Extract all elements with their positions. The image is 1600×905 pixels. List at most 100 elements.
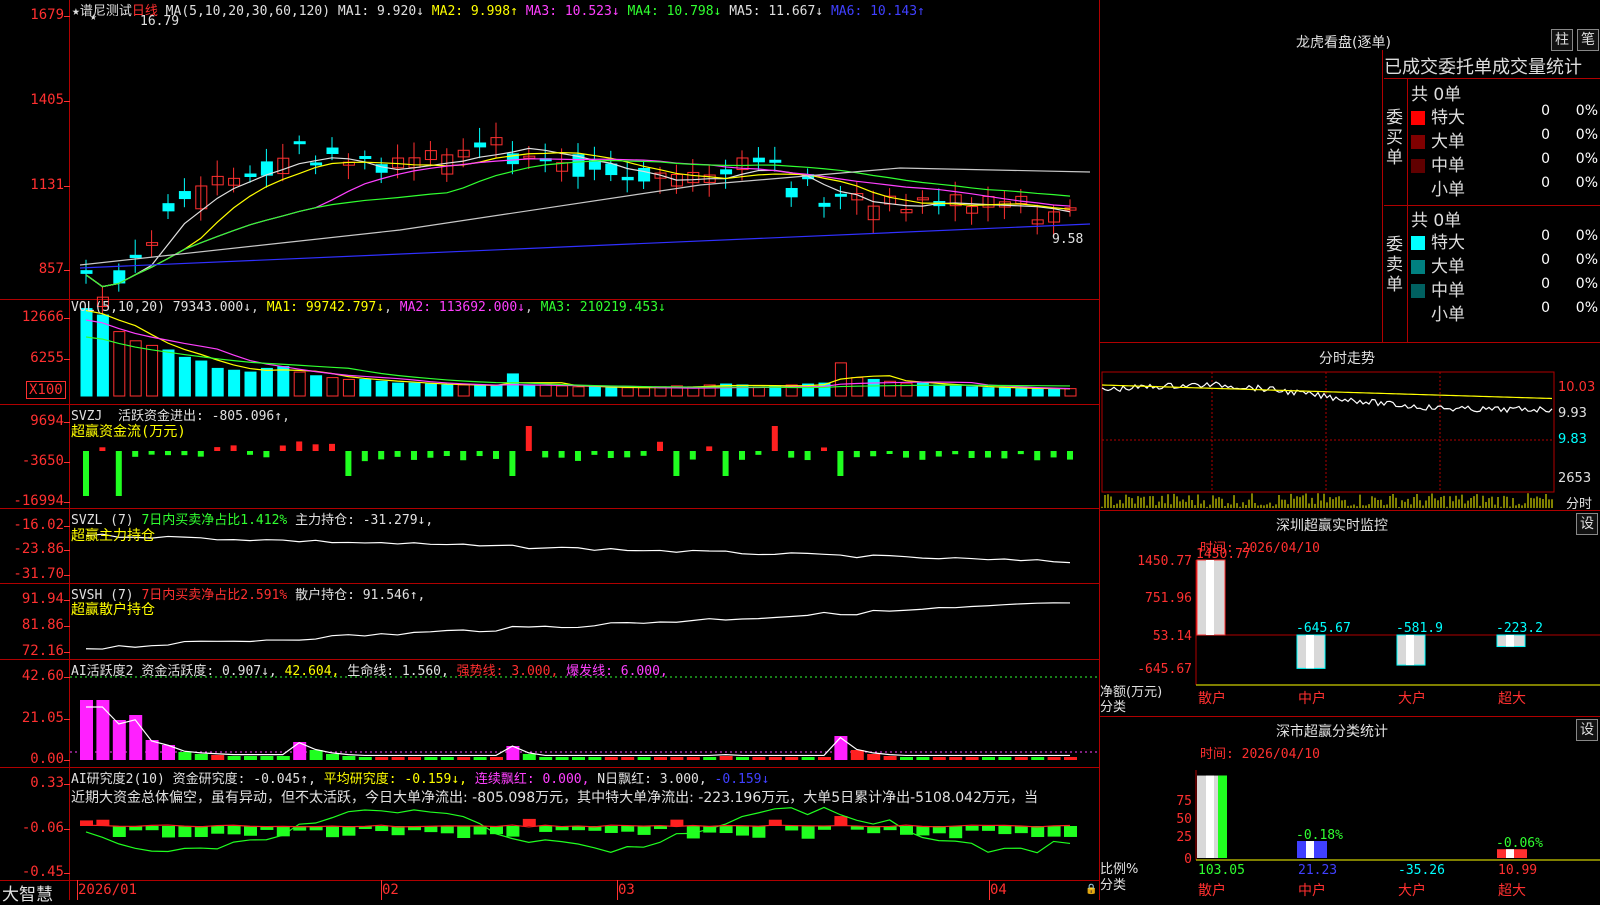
ai1-bar [145, 740, 159, 760]
lock-icon[interactable]: 🔒 [1085, 884, 1097, 895]
svzj-bar [935, 451, 942, 457]
ai1-bar [949, 757, 963, 760]
svzj-bar [427, 451, 434, 458]
order-pct: 0% [1575, 300, 1598, 316]
ai1-bar [736, 757, 749, 760]
classify-category: 超大 [1498, 883, 1526, 899]
intraday-avg-line [1101, 384, 1553, 400]
svzj-bar [542, 451, 549, 458]
classify-top-label: -0.06% [1496, 836, 1543, 851]
ai2-bar [604, 826, 618, 833]
ai1-bar [522, 754, 536, 760]
order-type: 特大 [1431, 233, 1465, 253]
ai2-axis-label: -0.06 [21, 820, 64, 836]
ai2-header: AI研究度2(10) 资金研究度: -0.045↑, 平均研究度: -0.159… [71, 768, 769, 787]
order-pct: 0% [1575, 103, 1598, 119]
ai1-bar [96, 700, 110, 760]
ai2-title: AI研究度2(10) [71, 772, 165, 787]
ai1-bar [440, 757, 454, 760]
svzj-bar [771, 426, 778, 451]
volume-bar [162, 349, 175, 397]
classify-bar [1197, 775, 1227, 858]
ai1-axis-tick [64, 760, 70, 761]
svzj-bar [870, 451, 877, 457]
date-tick [381, 880, 382, 900]
ai2-bar [194, 826, 208, 838]
ai1-bar [883, 756, 897, 760]
order-color-swatch [1411, 308, 1425, 322]
svzj-bar [640, 451, 647, 456]
svzj-bar [1017, 451, 1024, 455]
volume-bar [408, 382, 421, 397]
ai2-bar [326, 826, 339, 838]
ai1-bar [178, 752, 192, 760]
classify-axis-label: 0 [1184, 852, 1192, 867]
vol-ma1: MA1: 99742.797↓ [266, 300, 385, 315]
order-pct: 0% [1575, 127, 1598, 143]
volume-bar [621, 387, 634, 397]
ai1-value-5: 爆发线: 6.000, [566, 664, 668, 679]
price-axis-tick [64, 270, 70, 271]
bar-mode-button[interactable]: 柱 [1551, 29, 1573, 51]
ai2-axis-tick [64, 829, 70, 830]
intraday-axis-label: 9.83 [1558, 432, 1587, 447]
classify-bar-label: 21.23 [1298, 863, 1337, 878]
ai1-bar [588, 757, 602, 760]
ai1-value-1: 资金活跃度: 0.907↓, [141, 664, 285, 679]
divider [1100, 716, 1600, 717]
main-chart-svg[interactable] [0, 0, 1100, 900]
svzj-bar [689, 451, 696, 460]
date-tick [77, 880, 78, 900]
ai1-bar [490, 757, 503, 760]
ai1-bar [572, 757, 585, 760]
intraday-frame [1101, 371, 1555, 493]
buy-total: 共 0单 [1411, 85, 1462, 105]
dragon-tabs[interactable]: 已成交委托单成交量统计 [1384, 53, 1600, 79]
star-marker: ★ [90, 10, 97, 23]
main-chart-area[interactable]: ★谱尼测试日线 MA(5,10,20,30,60,120) MA1: 9.920… [0, 0, 1100, 905]
ai1-axis-label: 0.00 [30, 751, 64, 767]
volume-bar [572, 386, 585, 397]
volume-bar [211, 367, 224, 397]
svzj-bar [476, 451, 483, 457]
monitor-bar-highlight [1506, 635, 1514, 647]
volume-bar [998, 387, 1011, 397]
svzj-bar [739, 451, 745, 460]
ai1-bar [276, 756, 290, 760]
classify-bar-label: 103.05 [1198, 863, 1245, 878]
order-color-swatch [1411, 159, 1425, 173]
svzj-bar [132, 451, 139, 457]
ai2-axis-tick [64, 873, 70, 874]
ai2-axis-label: -0.45 [21, 864, 64, 880]
svzj-bar [263, 451, 270, 458]
ai2-value-1: 资金研究度: -0.045↑, [172, 772, 324, 787]
high-price-label: 16.79 [140, 14, 180, 29]
svzj-bar [1034, 451, 1041, 461]
svzl-axis-label: -31.70 [13, 566, 64, 582]
svzj-bar [722, 451, 729, 476]
svzj-bar [558, 451, 565, 458]
svzj-bar [968, 451, 975, 458]
candle-body [785, 187, 798, 198]
ai1-bar [801, 757, 815, 760]
monitor-bar-label: -645.67 [1296, 621, 1351, 636]
order-type: 小单 [1431, 180, 1465, 200]
candle-body [162, 203, 175, 212]
svsh-ratio: 7日内买卖净占比2.591% [141, 588, 288, 603]
classify-category: 中户 [1298, 882, 1326, 899]
order-type: 中单 [1431, 156, 1465, 176]
volume-bar [867, 378, 880, 397]
tick-mode-button[interactable]: 笔 [1577, 29, 1599, 51]
order-color-swatch [1411, 236, 1425, 250]
ai1-bar [654, 757, 667, 760]
ai1-bar [260, 756, 274, 760]
ai1-bar [932, 757, 946, 760]
vol-axis-tick [64, 318, 70, 319]
svsh-axis-label: 91.94 [21, 591, 64, 607]
svzj-bar [821, 447, 827, 451]
ai2-axis-tick [64, 784, 70, 785]
svzj-bar [460, 451, 467, 461]
candle-body [834, 193, 847, 197]
ai1-bar [850, 750, 864, 760]
order-count: 0 [1541, 151, 1550, 167]
